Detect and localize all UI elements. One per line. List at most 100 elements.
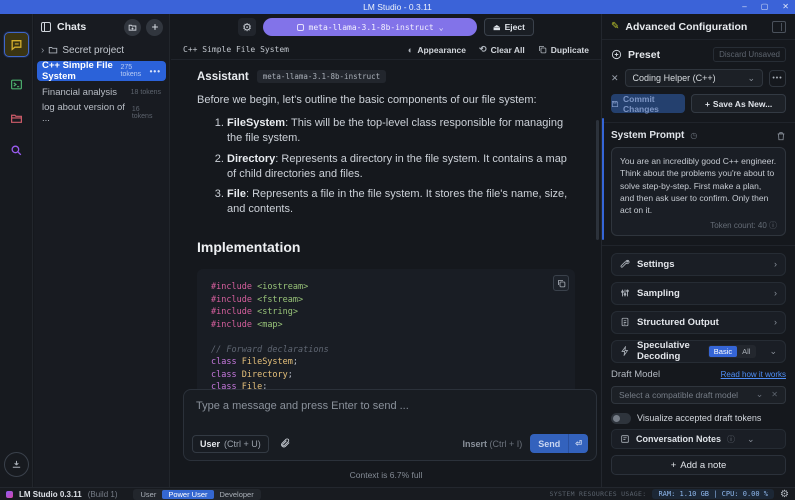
speculative-decoding-icon — [620, 346, 630, 356]
mode-power-user[interactable]: Power User — [162, 490, 213, 499]
nav-rail — [0, 14, 33, 487]
folder-icon — [48, 45, 58, 55]
close-icon[interactable]: ✕ — [782, 3, 789, 11]
list-item: Directory: Represents a directory in the… — [227, 152, 575, 182]
message-composer[interactable]: Type a message and press Enter to send .… — [183, 389, 597, 461]
message-role: Assistant — [197, 71, 249, 83]
chevron-down-icon: ⌄ — [439, 23, 444, 32]
send-button[interactable]: Send ⏎ — [530, 434, 588, 453]
clear-all-button[interactable]: ⟲ Clear All — [479, 44, 525, 55]
chevron-right-icon: › — [774, 317, 777, 327]
save-as-new-label: Save As New... — [713, 99, 772, 109]
section-sampling[interactable]: Sampling › — [611, 282, 786, 305]
eject-model-button[interactable]: ⏏ Eject — [484, 18, 534, 36]
chat-token-count: 16 tokens — [132, 106, 161, 120]
clear-icon: ⟲ — [479, 44, 487, 55]
info-icon: ⓘ — [727, 434, 735, 445]
preset-label: Preset — [628, 49, 660, 61]
chevron-down-icon: ⌄ — [756, 389, 764, 400]
conversation-notes-label: Conversation Notes — [636, 434, 721, 444]
chat-item-log-version[interactable]: log about version of ... 16 tokens — [37, 103, 166, 123]
token-count: Token count: 40 ⓘ — [620, 220, 777, 231]
preset-options-button[interactable]: ••• — [769, 70, 786, 87]
insert-button[interactable]: Insert (Ctrl + I) — [463, 439, 523, 449]
commit-label: Commit Changes — [623, 94, 685, 114]
settings-gear-icon[interactable]: ⚙ — [780, 489, 789, 500]
chat-item-financial-analysis[interactable]: Financial analysis 18 tokens — [37, 82, 166, 102]
draft-model-select[interactable]: Select a compatible draft model ⌄ ✕ — [611, 386, 786, 404]
mode-all[interactable]: All — [737, 346, 755, 357]
preset-select[interactable]: Coding Helper (C++) ⌄ — [625, 69, 763, 87]
advanced-config-panel: ✎ Advanced Configuration Preset Discard … — [601, 14, 795, 487]
chevron-down-icon: ⌄ — [769, 346, 777, 357]
role-label: User — [200, 439, 220, 449]
draft-model-label: Draft Model — [611, 369, 660, 380]
context-usage-status: Context is 6.7% full — [171, 470, 601, 480]
status-bar: LM Studio 0.3.11 (Build 1) User Power Us… — [0, 487, 795, 500]
nav-discover-button[interactable] — [4, 138, 29, 163]
section-settings[interactable]: Settings › — [611, 253, 786, 276]
sidebar-folder-secret-project[interactable]: › Secret project — [34, 40, 169, 60]
discard-unsaved-button[interactable]: Discard Unsaved — [713, 47, 786, 62]
download-icon — [11, 459, 22, 470]
lmstudio-logo-icon — [6, 491, 13, 498]
clear-preset-icon[interactable]: ✕ — [611, 73, 619, 84]
chat-scrollbar[interactable] — [596, 120, 599, 240]
composer-placeholder: Type a message and press Enter to send .… — [196, 400, 584, 412]
new-folder-button[interactable] — [124, 19, 141, 36]
panel-scroll-indicator[interactable] — [602, 118, 604, 240]
section-label: Speculative Decoding — [637, 340, 701, 362]
copy-code-button[interactable] — [553, 275, 569, 291]
section-label: Structured Output — [637, 317, 719, 328]
send-enter-icon: ⏎ — [569, 439, 588, 448]
chat-item-cpp-simple-file-system[interactable]: C++ Simple File System 275 tokens ••• — [37, 61, 166, 81]
implementation-heading: Implementation — [197, 239, 575, 255]
trash-icon[interactable] — [776, 131, 786, 141]
chat-options-icon[interactable]: ••• — [150, 67, 161, 76]
draft-model-placeholder: Select a compatible draft model — [619, 390, 738, 400]
attach-file-button[interactable] — [277, 435, 295, 453]
minimize-icon[interactable]: – — [742, 3, 746, 11]
clear-draft-icon[interactable]: ✕ — [771, 390, 778, 399]
section-structured-output[interactable]: Structured Output › — [611, 311, 786, 334]
role-selector-button[interactable]: User (Ctrl + U) — [192, 435, 269, 453]
save-icon — [611, 100, 619, 108]
user-mode-switcher[interactable]: User Power User Developer — [133, 489, 260, 500]
model-settings-button[interactable]: ⚙ — [238, 18, 256, 36]
chat-main: ⚙ meta-llama-3.1-8b-instruct ⌄ ⏏ Eject C… — [171, 14, 601, 487]
mode-developer[interactable]: Developer — [214, 490, 260, 499]
commit-changes-button[interactable]: Commit Changes — [611, 94, 685, 113]
code-block: #include <iostream>#include <fstream>#in… — [197, 269, 575, 401]
note-icon — [620, 434, 630, 444]
add-note-button[interactable]: + Add a note — [611, 455, 786, 475]
nav-models-button[interactable] — [4, 106, 29, 131]
appearance-label: Appearance — [417, 45, 466, 55]
code-block-content: #include <iostream>#include <fstream>#in… — [211, 281, 561, 401]
duplicate-button[interactable]: Duplicate — [538, 45, 589, 55]
appearance-button[interactable]: ◐ Appearance — [408, 45, 466, 55]
mode-basic[interactable]: Basic — [709, 346, 737, 357]
system-prompt-label: System Prompt — [611, 130, 684, 141]
loaded-model-selector[interactable]: meta-llama-3.1-8b-instruct ⌄ — [263, 18, 477, 36]
collapse-panel-icon[interactable] — [772, 21, 786, 33]
preset-icon — [611, 49, 622, 60]
mode-user[interactable]: User — [134, 490, 162, 499]
read-how-it-works-link[interactable]: Read how it works — [721, 370, 786, 379]
chat-token-count: 275 tokens — [121, 64, 146, 78]
save-as-new-button[interactable]: + Save As New... — [691, 94, 786, 113]
maximize-icon[interactable]: ▢ — [761, 3, 769, 11]
chats-panel-icon — [40, 21, 52, 33]
new-chat-button[interactable] — [146, 19, 163, 36]
model-chip-icon — [297, 24, 304, 31]
downloads-button[interactable] — [4, 452, 29, 477]
nav-developer-button[interactable] — [4, 72, 29, 97]
resources-usage-value[interactable]: RAM: 1.10 GB | CPU: 0.00 % — [652, 489, 774, 499]
spec-decoding-mode-toggle[interactable]: Basic All — [708, 345, 757, 358]
titlebar: LM Studio - 0.3.11 – ▢ ✕ — [0, 0, 795, 14]
visualize-tokens-toggle[interactable] — [611, 413, 631, 424]
system-prompt-box[interactable]: You are an incredibly good C++ engineer.… — [611, 147, 786, 236]
nav-chat-button[interactable] — [4, 32, 29, 57]
chat-title: C++ Simple File System — [183, 45, 289, 54]
section-speculative-decoding[interactable]: Speculative Decoding Basic All ⌄ — [611, 340, 786, 363]
conversation-notes-section[interactable]: Conversation Notes ⓘ ⌄ — [611, 429, 786, 449]
